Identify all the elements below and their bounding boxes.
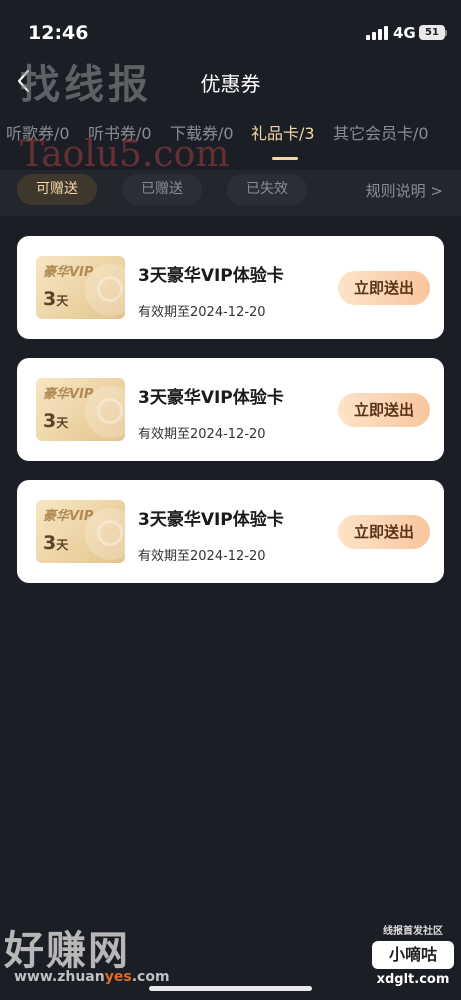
tab-download-coupons[interactable]: 下载券/0	[170, 120, 234, 144]
card-title: 3天豪华VIP体验卡	[138, 510, 284, 530]
card-expiry: 有效期至2024-12-20	[138, 549, 266, 564]
vip-brand-label: 豪华VIP	[43, 509, 94, 524]
card-title: 3天豪华VIP体验卡	[138, 266, 284, 286]
status-bar: 12:46 4G 51	[0, 0, 461, 50]
badge-tagline: 线报首发社区	[383, 926, 443, 937]
gift-card: 豪华VIP 3天 3天豪华VIP体验卡 有效期至2024-12-20 立即送出	[17, 358, 444, 461]
home-indicator[interactable]	[149, 986, 312, 991]
vip-card-thumbnail: 豪华VIP 3天	[36, 378, 125, 441]
signal-icon	[366, 26, 388, 40]
page-title: 优惠券	[200, 72, 261, 96]
watermark-bottom: 好赚网	[4, 928, 130, 974]
thumb-days-unit: 天	[56, 538, 69, 552]
gift-card: 豪华VIP 3天 3天豪华VIP体验卡 有效期至2024-12-20 立即送出	[17, 480, 444, 583]
filter-expired[interactable]: 已失效	[227, 174, 307, 205]
tab-song-coupons[interactable]: 听歌券/0	[6, 120, 70, 144]
send-now-button[interactable]: 立即送出	[338, 393, 430, 427]
send-now-button[interactable]: 立即送出	[338, 515, 430, 549]
rules-link[interactable]: 规则说明 >	[366, 180, 443, 201]
watermark-url-part: www.zhuan	[14, 969, 105, 985]
tab-indicator	[272, 157, 298, 160]
gift-card: 豪华VIP 3天 3天豪华VIP体验卡 有效期至2024-12-20 立即送出	[17, 236, 444, 339]
header: 优惠券	[0, 50, 461, 110]
battery-icon: 51	[419, 25, 445, 40]
tab-book-coupons[interactable]: 听书券/0	[88, 120, 152, 144]
vip-brand-label: 豪华VIP	[43, 265, 94, 280]
filter-row: 可赠送 已赠送 已失效 规则说明 >	[0, 170, 461, 216]
filter-giftable[interactable]: 可赠送	[17, 174, 97, 205]
watermark-url-suffix: .com	[131, 969, 170, 985]
thumb-days-number: 3	[43, 532, 57, 554]
filter-gifted[interactable]: 已赠送	[122, 174, 202, 205]
card-list: 豪华VIP 3天 3天豪华VIP体验卡 有效期至2024-12-20 立即送出 …	[17, 236, 444, 602]
status-time: 12:46	[28, 22, 89, 44]
thumb-days-number: 3	[43, 410, 57, 432]
tab-bar: 听歌券/0 听书券/0 下载券/0 礼品卡/3 其它会员卡/0	[0, 120, 461, 164]
thumb-days-unit: 天	[56, 294, 69, 308]
vip-card-thumbnail: 豪华VIP 3天	[36, 500, 125, 563]
vip-brand-label: 豪华VIP	[43, 387, 94, 402]
battery-tip	[445, 30, 447, 36]
tab-other-member-cards[interactable]: 其它会员卡/0	[333, 120, 429, 144]
card-title: 3天豪华VIP体验卡	[138, 388, 284, 408]
watermark-url-accent: yes	[104, 969, 132, 985]
tab-gift-cards[interactable]: 礼品卡/3	[251, 120, 315, 144]
thumb-days-unit: 天	[56, 416, 69, 430]
network-type: 4G	[393, 24, 416, 42]
watermark-bottom-url: www.zhuanyes.com	[14, 969, 170, 985]
community-badge: 线报首发社区 小嘀咕 xdglt.com	[372, 922, 454, 987]
badge-domain: xdglt.com	[376, 972, 450, 987]
vip-card-thumbnail: 豪华VIP 3天	[36, 256, 125, 319]
thumb-days-number: 3	[43, 288, 57, 310]
card-expiry: 有效期至2024-12-20	[138, 305, 266, 320]
card-expiry: 有效期至2024-12-20	[138, 427, 266, 442]
badge-name: 小嘀咕	[372, 941, 454, 969]
send-now-button[interactable]: 立即送出	[338, 271, 430, 305]
